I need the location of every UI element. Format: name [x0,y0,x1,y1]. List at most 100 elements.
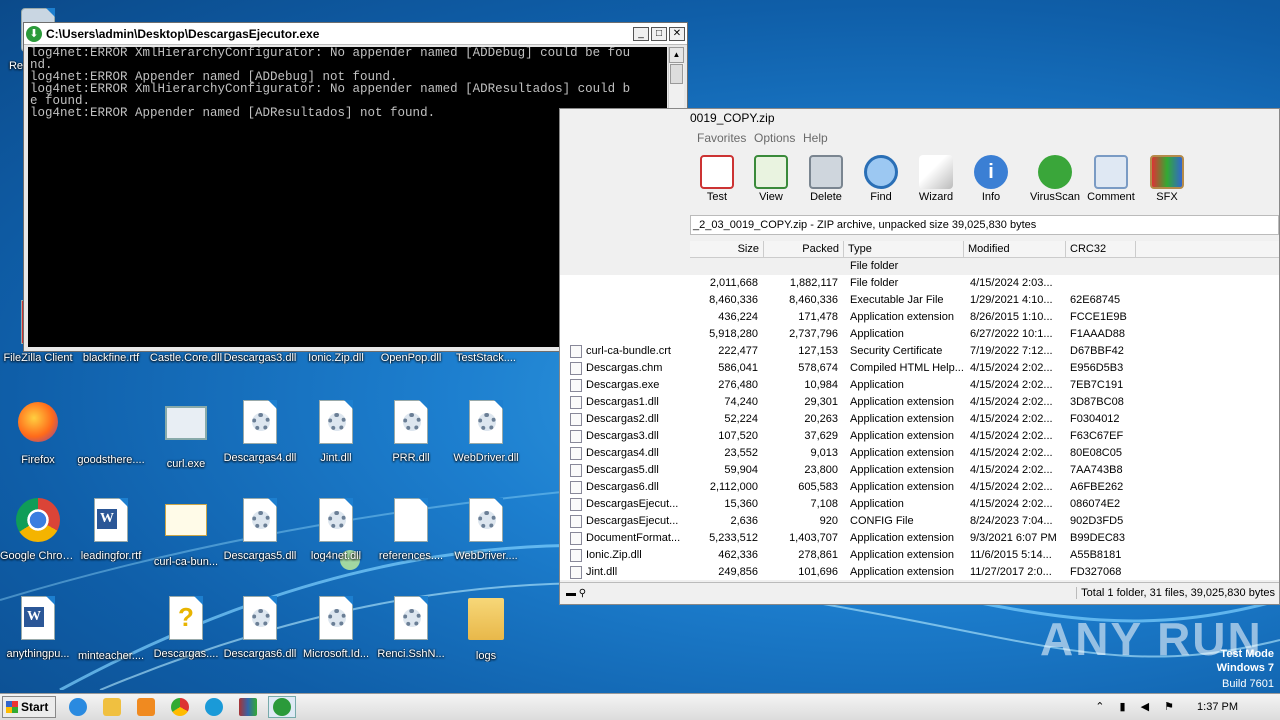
column-crc32[interactable]: CRC32 [1066,241,1136,258]
winrar-window[interactable]: 0019_COPY.zip Favorites Options Help Tes… [559,108,1280,605]
table-row[interactable]: 436,224 171,478 Application extension 8/26/… [560,309,1279,326]
sfx-button[interactable]: SFX [1140,151,1194,203]
desktop-icon-label: PRR.dll [392,452,430,464]
menu-favorites[interactable]: Favorites [697,131,746,145]
dll-gear-icon [394,596,428,640]
desktop-icon[interactable]: PRR.dll [373,398,449,464]
drive-icon[interactable]: ▬ ⚲ [566,588,586,599]
wizard-button[interactable]: Wizard [909,151,963,203]
explorer-icon[interactable] [98,696,126,718]
column-type[interactable]: Type [844,241,964,258]
column-modified[interactable]: Modified [964,241,1066,258]
edge-icon[interactable] [200,696,228,718]
delete-button[interactable]: Delete [799,151,853,203]
desktop-icon[interactable]: log4net.dll [298,496,374,562]
console-titlebar[interactable]: ⬇ C:\Users\admin\Desktop\DescargasEjecut… [24,23,687,45]
chrome-icon[interactable] [166,696,194,718]
scroll-up-arrow-icon[interactable]: ▲ [669,47,684,63]
desktop-icon-image [314,498,358,546]
desktop-icon-image [464,400,508,448]
table-row[interactable]: Descargas5.dll 59,904 23,800 Application ex… [560,462,1279,479]
desktop-icon-label: Descargas5.dll [223,550,297,562]
table-row[interactable]: curl-ca-bundle.crt 222,477 127,153 Security… [560,343,1279,360]
menu-help[interactable]: Help [803,131,828,145]
find-button[interactable]: Find [854,151,908,203]
desktop-icon[interactable]: minteacher.... [73,594,149,662]
desktop-icon[interactable]: Descargas4.dll [222,398,298,464]
desktop-icon-image [464,498,508,546]
exe-window-icon [165,406,207,440]
table-row[interactable]: DescargasEjecut... 15,360 7,108 Application… [560,496,1279,513]
archive-path-bar[interactable]: _2_03_0019_COPY.zip - ZIP archive, unpac… [690,215,1279,235]
ie-icon[interactable] [64,696,92,718]
cell-modified: 6/27/2022 10:1... [970,328,1053,340]
desktop-icon[interactable]: Descargas6.dll [222,594,298,660]
desktop-icon[interactable]: Microsoft.Id... [298,594,374,660]
desktop-icon[interactable]: goodsthere.... [73,398,149,466]
info-button[interactable]: i Info [964,151,1018,203]
file-list[interactable]: File folder 2,011,668 1,882,117 File folder… [560,258,1279,580]
sfx-box-icon [1150,155,1184,189]
desktop-icon[interactable]: Renci.SshN... [373,594,449,660]
table-row[interactable]: Descargas.exe 276,480 10,984 Application 4/1… [560,377,1279,394]
scroll-thumb[interactable] [670,64,683,84]
tray-icons[interactable]: ⌃ ▮ ◀ ⚑ [1095,700,1180,713]
desktop-icon[interactable]: curl.exe [148,398,224,470]
column-packed[interactable]: Packed [764,241,844,258]
table-row[interactable]: 5,918,280 2,737,796 Application 6/27/2022 1… [560,326,1279,343]
clock[interactable]: 1:37 PM [1197,701,1238,713]
table-row[interactable]: Ionic.Zip.dll 462,336 278,861 Application e… [560,547,1279,564]
firefox-icon [18,402,58,442]
info-label: Info [981,191,1001,203]
table-row[interactable]: Descargas6.dll 2,112,000 605,583 Applicatio… [560,479,1279,496]
desktop-icon[interactable]: ? Descargas.... [148,594,224,660]
desktop-icon[interactable]: Jint.dll [298,398,374,464]
desktop-icon[interactable]: Google Chrome [0,496,76,562]
table-row[interactable]: DocumentFormat... 5,233,512 1,403,707 Appli… [560,530,1279,547]
desktop-icon[interactable]: WebDriver.... [448,496,524,562]
desktop-icon[interactable]: curl-ca-bun... [148,496,224,568]
view-label: View [759,191,783,203]
virusscan-button[interactable]: VirusScan [1028,151,1082,203]
desktop-icon[interactable]: Wanythingpu... [0,594,76,660]
cell-name: Descargas6.dll [586,481,659,493]
cell-size: 107,520 [718,430,758,442]
table-row[interactable]: Descargas1.dll 74,240 29,301 Application ex… [560,394,1279,411]
table-row[interactable]: Descargas.chm 586,041 578,674 Compiled HTML… [560,360,1279,377]
table-row[interactable]: Descargas3.dll 107,520 37,629 Application e… [560,428,1279,445]
desktop-icon-label: Jint.dll [320,452,352,464]
table-row[interactable]: DescargasEjecut... 2,636 920 CONFIG File 8/2… [560,513,1279,530]
cell-packed: 2,737,796 [789,328,838,340]
download-icon[interactable] [268,696,296,718]
desktop-icon[interactable]: logs [448,594,524,662]
test-button[interactable]: Test [690,151,744,203]
desktop-icon-image [314,596,358,644]
desktop-icon[interactable]: Wleadingfor.rtf [73,496,149,562]
desktop-icon[interactable]: WebDriver.dll [448,398,524,464]
maximize-button[interactable]: □ [651,26,667,41]
file-icon [570,566,582,579]
column-size[interactable]: Size [690,241,764,258]
start-button[interactable]: Start [2,696,56,718]
minimize-button[interactable]: _ [633,26,649,41]
table-row[interactable]: File folder [560,258,1279,275]
winrar-icon[interactable] [234,696,262,718]
desktop-icon[interactable]: Descargas5.dll [222,496,298,562]
table-row[interactable]: 2,011,668 1,882,117 File folder 4/15/2024 2… [560,275,1279,292]
cell-size: 5,233,512 [709,532,758,544]
word-document-icon: W [94,498,128,542]
media-icon[interactable] [132,696,160,718]
desktop-icon[interactable]: Firefox [0,398,76,466]
menu-options[interactable]: Options [754,131,795,145]
desktop-icon-image: W [16,596,60,644]
table-row[interactable]: Jint.dll 249,856 101,696 Application extens… [560,564,1279,580]
view-button[interactable]: View [744,151,798,203]
cell-packed: 20,263 [804,413,838,425]
table-row[interactable]: Descargas4.dll 23,552 9,013 Application ext… [560,445,1279,462]
close-button[interactable]: ✕ [669,26,685,41]
table-row[interactable]: Descargas2.dll 52,224 20,263 Application ex… [560,411,1279,428]
desktop-icon[interactable]: references.... [373,496,449,562]
table-row[interactable]: 8,460,336 8,460,336 Executable Jar File 1/2… [560,292,1279,309]
file-icon [570,464,582,477]
comment-button[interactable]: Comment [1084,151,1138,203]
